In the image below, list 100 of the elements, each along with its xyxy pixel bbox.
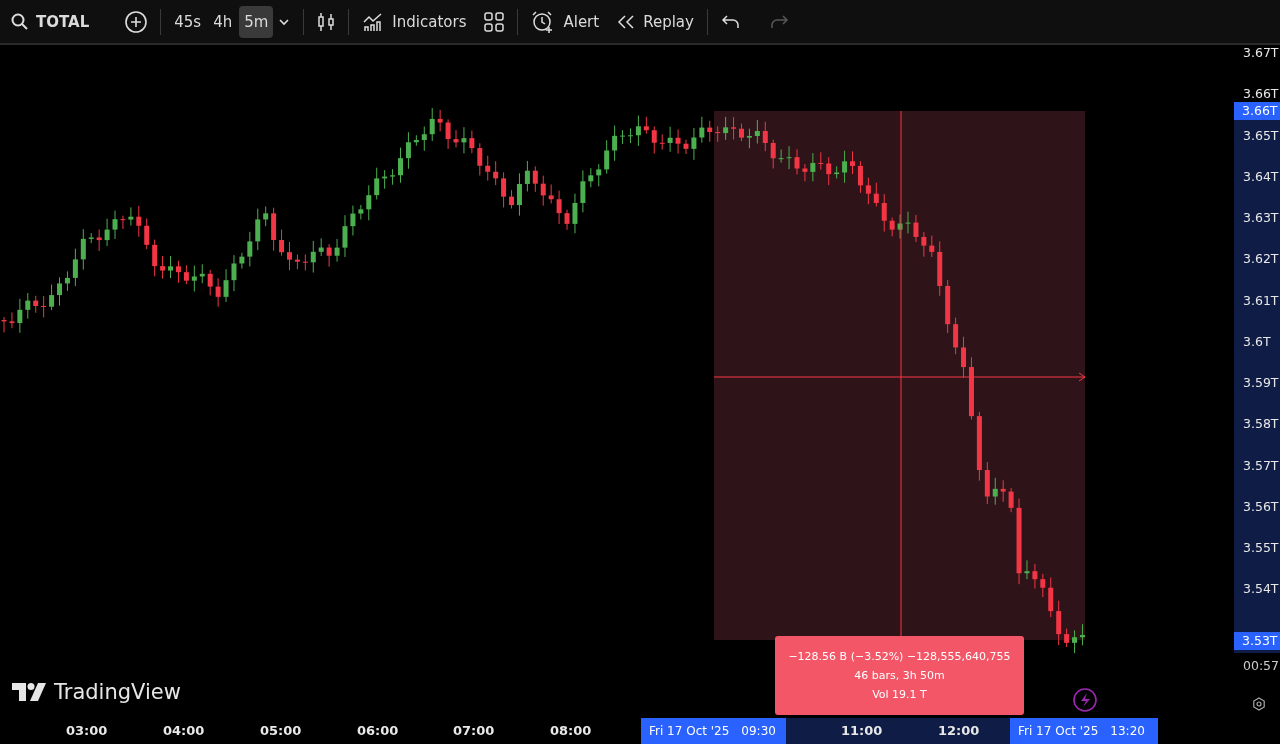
candle bbox=[33, 295, 39, 314]
candle bbox=[96, 228, 102, 252]
chevron-down-icon bbox=[278, 17, 291, 26]
candle bbox=[683, 139, 689, 155]
candle bbox=[421, 126, 427, 152]
candle bbox=[1048, 576, 1054, 618]
price-label: 3.66T bbox=[1243, 86, 1279, 102]
candle bbox=[778, 149, 784, 164]
price-label: 3.57T bbox=[1243, 457, 1279, 473]
price-label: 3.67T bbox=[1243, 45, 1279, 60]
candle bbox=[358, 204, 364, 221]
last-price-badge: 3.53T bbox=[1234, 632, 1280, 650]
candle bbox=[271, 207, 277, 252]
logo-text: TradingView bbox=[54, 680, 181, 704]
candle bbox=[572, 193, 578, 234]
candle bbox=[596, 163, 602, 187]
undo-icon bbox=[720, 13, 741, 30]
candle bbox=[667, 126, 673, 153]
candle bbox=[183, 264, 189, 285]
candle bbox=[49, 284, 55, 311]
candle bbox=[398, 147, 403, 184]
candle bbox=[1040, 573, 1046, 598]
candle bbox=[413, 134, 419, 147]
indicators-button[interactable]: Indicators bbox=[357, 5, 472, 38]
candle bbox=[437, 109, 443, 132]
candle bbox=[501, 171, 507, 208]
candle bbox=[723, 116, 729, 141]
price-label: 3.62T bbox=[1243, 251, 1279, 267]
measurement-text: 46 bars, 3h 50m bbox=[854, 669, 945, 682]
price-label: 3.55T bbox=[1243, 540, 1279, 555]
candle bbox=[374, 167, 380, 200]
candle bbox=[905, 211, 911, 234]
interval-button[interactable]: 4h bbox=[208, 5, 238, 38]
candle bbox=[136, 205, 142, 238]
candle bbox=[635, 115, 641, 147]
candle bbox=[1008, 487, 1014, 513]
candle bbox=[1056, 600, 1062, 646]
time-label: 05:00 bbox=[260, 723, 302, 738]
candle bbox=[643, 116, 649, 135]
interval-button[interactable]: 5m bbox=[239, 5, 274, 38]
candle bbox=[509, 189, 514, 209]
measurement-text: −128.56 B (−3.52%) −128,555,640,755 bbox=[788, 650, 1011, 663]
candle bbox=[651, 125, 657, 155]
interval-button[interactable]: 45s bbox=[169, 5, 207, 38]
candle bbox=[524, 160, 530, 192]
candle bbox=[382, 169, 388, 190]
candle bbox=[850, 150, 855, 175]
candle bbox=[80, 228, 86, 271]
price-label: 3.58T bbox=[1243, 416, 1279, 432]
candle bbox=[842, 150, 848, 184]
candle bbox=[707, 120, 713, 143]
candle bbox=[287, 241, 292, 271]
candle bbox=[279, 229, 285, 257]
candle bbox=[881, 193, 887, 233]
settings-icon[interactable] bbox=[1252, 697, 1266, 711]
candle bbox=[786, 145, 792, 170]
time-label: 07:00 bbox=[453, 723, 495, 738]
candle bbox=[715, 125, 721, 143]
candle bbox=[1, 316, 7, 333]
candle bbox=[1072, 629, 1078, 654]
candle bbox=[1080, 623, 1085, 646]
candle bbox=[834, 165, 840, 179]
price-label: 3.56T bbox=[1243, 498, 1279, 514]
candle bbox=[548, 183, 554, 204]
symbol-search-button[interactable]: TOTAL bbox=[6, 5, 95, 38]
candle bbox=[1064, 628, 1070, 648]
replay-button[interactable]: Replay bbox=[612, 5, 699, 38]
candle bbox=[223, 268, 229, 303]
candle bbox=[144, 218, 150, 250]
candle bbox=[57, 276, 62, 307]
candle bbox=[294, 253, 300, 270]
candle bbox=[104, 218, 110, 247]
candle bbox=[453, 129, 459, 148]
candle bbox=[691, 127, 697, 161]
candle bbox=[556, 190, 562, 225]
measurement-text: Vol 19.1 T bbox=[872, 688, 927, 701]
price-badge: 3.66T bbox=[1234, 102, 1280, 120]
candle bbox=[802, 163, 808, 182]
price-label: 3.65T bbox=[1243, 127, 1279, 143]
logo-icon bbox=[12, 683, 46, 701]
candle bbox=[588, 167, 594, 188]
candle bbox=[390, 168, 396, 186]
price-label: 3.64T bbox=[1243, 168, 1279, 184]
candle bbox=[493, 160, 499, 186]
lightning-icon[interactable] bbox=[1073, 688, 1097, 712]
candle bbox=[112, 210, 118, 240]
candle bbox=[699, 116, 705, 144]
candle bbox=[897, 214, 903, 239]
candle bbox=[310, 240, 316, 274]
alert-button[interactable]: Alert bbox=[526, 5, 605, 38]
rewind-icon bbox=[617, 13, 636, 30]
price-label: 3.61T bbox=[1243, 292, 1279, 308]
candle bbox=[564, 209, 570, 231]
candle bbox=[302, 253, 308, 271]
candle bbox=[945, 279, 951, 334]
candle bbox=[128, 206, 134, 227]
candle bbox=[485, 155, 491, 182]
candle bbox=[445, 118, 451, 150]
bar-countdown: 00:57 bbox=[1243, 658, 1280, 673]
candle bbox=[873, 182, 879, 207]
